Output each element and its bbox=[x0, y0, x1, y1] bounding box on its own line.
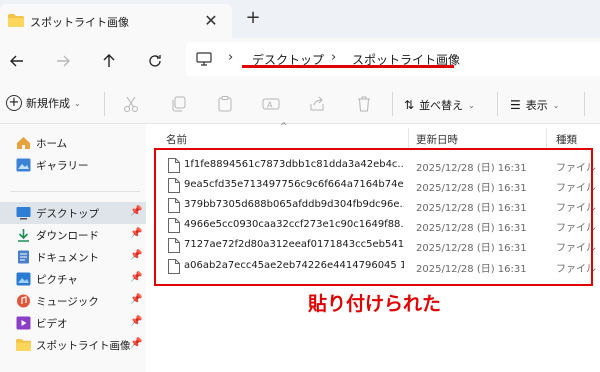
rename-button[interactable]: A bbox=[262, 95, 280, 113]
command-bar: + 新規作成 ⌄ A ⇅ 並べ替え ⌄ ☰ 表示 ⌄ bbox=[0, 84, 600, 124]
column-header-type[interactable]: 種類 bbox=[556, 132, 577, 147]
arrow-up-icon bbox=[103, 54, 115, 67]
svg-text:A: A bbox=[267, 101, 273, 110]
chevron-down-icon: ⌄ bbox=[468, 100, 475, 110]
refresh-button[interactable] bbox=[141, 47, 169, 75]
gallery-icon bbox=[16, 158, 31, 172]
music-icon bbox=[17, 294, 30, 308]
folder-icon bbox=[16, 339, 31, 351]
view-button[interactable]: ☰ 表示 ⌄ bbox=[510, 97, 559, 113]
chevron-right-icon[interactable]: › bbox=[331, 50, 336, 65]
highlight-underline bbox=[242, 65, 454, 68]
chevron-down-icon: ⌄ bbox=[74, 98, 81, 108]
rename-icon: A bbox=[262, 98, 280, 110]
up-button[interactable] bbox=[95, 47, 123, 75]
paste-button[interactable] bbox=[216, 95, 234, 113]
highlight-box bbox=[154, 148, 593, 286]
column-divider[interactable] bbox=[408, 128, 409, 148]
pin-icon[interactable]: 📌 bbox=[130, 228, 142, 239]
toolbar-divider bbox=[497, 92, 498, 116]
sidebar-item-downloads[interactable]: ダウンロード 📌 bbox=[0, 224, 146, 246]
address-bar[interactable]: › デスクトップ › スポットライト画像 bbox=[186, 42, 600, 76]
cut-button[interactable] bbox=[122, 95, 140, 113]
toolbar-divider bbox=[584, 92, 585, 116]
sidebar-item-music[interactable]: ミュージック 📌 bbox=[0, 290, 146, 312]
sidebar-item-spotlight[interactable]: スポットライト画像 📌 bbox=[0, 334, 146, 356]
pin-icon[interactable]: 📌 bbox=[130, 338, 142, 349]
close-tab-button[interactable]: ✕ bbox=[200, 10, 222, 32]
sort-label: 並べ替え bbox=[419, 99, 464, 112]
paste-icon bbox=[218, 96, 232, 112]
sort-ascending-icon: ^ bbox=[280, 122, 288, 132]
chevron-down-icon: ⌄ bbox=[552, 100, 560, 110]
new-button[interactable]: + 新規作成 ⌄ bbox=[6, 95, 81, 111]
document-icon bbox=[18, 250, 29, 264]
navigation-bar: › デスクトップ › スポットライト画像 bbox=[0, 38, 600, 84]
view-icon: ☰ bbox=[510, 98, 521, 112]
annotation-label: 貼り付けられた bbox=[308, 293, 442, 315]
tab-title: スポットライト画像 bbox=[30, 16, 129, 29]
pin-icon[interactable]: 📌 bbox=[130, 206, 142, 217]
pictures-icon bbox=[16, 272, 31, 286]
sort-button[interactable]: ⇅ 並べ替え ⌄ bbox=[404, 97, 475, 113]
sort-icon: ⇅ bbox=[404, 98, 415, 112]
trash-icon bbox=[358, 96, 370, 112]
pc-icon bbox=[196, 52, 212, 66]
share-icon bbox=[310, 96, 324, 111]
sidebar-item-desktop[interactable]: デスクトップ 📌 bbox=[0, 202, 146, 224]
sidebar-divider bbox=[10, 191, 140, 192]
back-button[interactable] bbox=[3, 47, 31, 75]
new-label: 新規作成 bbox=[26, 97, 70, 110]
pin-icon[interactable]: 📌 bbox=[130, 272, 142, 283]
toolbar-divider bbox=[392, 92, 393, 116]
desktop-icon bbox=[16, 207, 31, 220]
pin-icon[interactable]: 📌 bbox=[130, 250, 142, 261]
copy-icon bbox=[172, 96, 186, 112]
column-divider[interactable] bbox=[546, 128, 547, 148]
sidebar-item-gallery[interactable]: ギャラリー bbox=[0, 154, 146, 176]
sidebar-item-pictures[interactable]: ピクチャ 📌 bbox=[0, 268, 146, 290]
delete-button[interactable] bbox=[355, 95, 373, 113]
forward-button[interactable] bbox=[49, 47, 77, 75]
view-label: 表示 bbox=[525, 99, 548, 112]
home-icon bbox=[17, 137, 30, 149]
download-icon bbox=[18, 229, 29, 242]
cut-icon bbox=[124, 96, 138, 112]
column-header-modified[interactable]: 更新日時 bbox=[416, 132, 458, 147]
chevron-right-icon[interactable]: › bbox=[228, 50, 233, 65]
share-button[interactable] bbox=[308, 95, 326, 113]
plus-icon: + bbox=[6, 95, 22, 111]
copy-button[interactable] bbox=[170, 95, 188, 113]
refresh-icon bbox=[149, 55, 161, 67]
tab-bar: スポットライト画像 ✕ + bbox=[0, 0, 600, 38]
sidebar-item-home[interactable]: ホーム bbox=[0, 132, 146, 154]
tab-spotlight[interactable]: スポットライト画像 ✕ bbox=[0, 4, 232, 38]
folder-icon bbox=[8, 14, 24, 27]
pin-icon[interactable]: 📌 bbox=[130, 316, 142, 327]
pin-icon[interactable]: 📌 bbox=[130, 294, 142, 305]
arrow-left-icon bbox=[10, 55, 23, 67]
new-tab-button[interactable]: + bbox=[242, 7, 264, 29]
sidebar-item-videos[interactable]: ビデオ 📌 bbox=[0, 312, 146, 334]
toolbar-divider bbox=[104, 92, 105, 116]
video-icon bbox=[16, 316, 31, 330]
navigation-pane: ホーム ギャラリー デスクトップ 📌 ダウンロード 📌 ドキュメント 📌 ピクチ… bbox=[0, 124, 146, 372]
arrow-right-icon bbox=[57, 55, 70, 67]
sidebar-item-documents[interactable]: ドキュメント 📌 bbox=[0, 246, 146, 268]
column-header-name[interactable]: 名前 bbox=[166, 132, 187, 147]
